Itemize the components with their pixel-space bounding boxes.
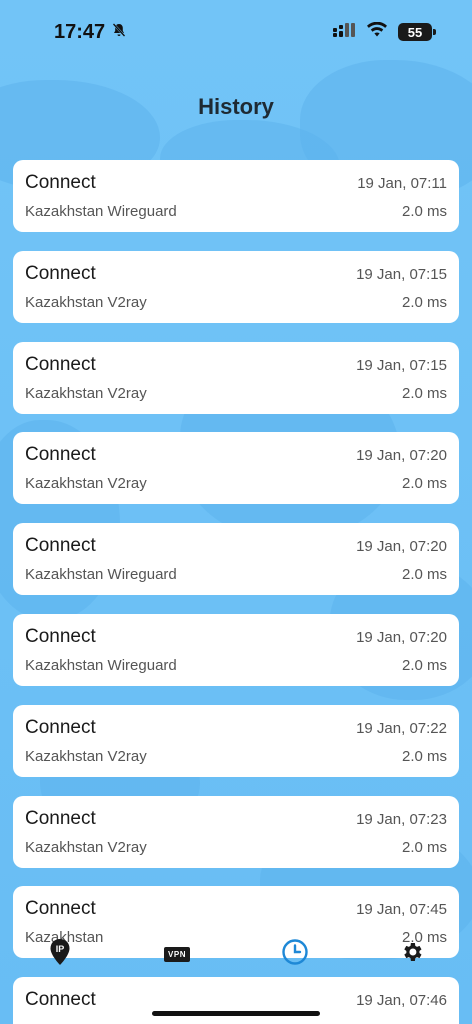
entry-timestamp: 19 Jan, 07:15 <box>356 356 447 374</box>
mute-bell-icon <box>111 21 127 44</box>
ip-label: IP <box>56 944 65 954</box>
wifi-icon <box>366 21 388 43</box>
entry-action: Connect <box>25 989 96 1011</box>
history-entry-card[interactable]: Connect 19 Jan, 07:20 Kazakhstan V2ray 2.0 … <box>13 432 459 505</box>
entry-ping: 2.0 ms <box>401 384 447 402</box>
entry-ping: 2.0 ms <box>401 475 447 493</box>
cellular-signal-icon <box>332 22 356 43</box>
page-title: History <box>198 94 274 119</box>
tab-history[interactable] <box>279 936 311 972</box>
status-bar: 17:47 55 <box>0 0 472 64</box>
history-entry-card[interactable]: Connect 19 Jan, 07:15 Kazakhstan V2ray 2.0 … <box>13 250 459 323</box>
entry-action: Connect <box>25 716 96 738</box>
entry-timestamp: 19 Jan, 07:11 <box>357 175 447 192</box>
history-list: Connect 19 Jan, 07:11 Kazakhstan Wireguard… <box>13 160 459 1024</box>
location-ip-icon: IP <box>49 938 71 971</box>
entry-action: Connect <box>25 807 96 829</box>
entry-ping: 2.0 ms <box>401 747 447 765</box>
history-entry-card[interactable]: Connect 19 Jan, 07:46 <box>13 977 459 1024</box>
entry-timestamp: 19 Jan, 07:15 <box>356 265 447 283</box>
entry-ping: 2.0 ms <box>401 838 447 856</box>
tab-vpn[interactable]: VPN <box>161 936 193 972</box>
vpn-icon: VPN <box>164 946 190 962</box>
entry-timestamp: 19 Jan, 07:20 <box>356 538 447 556</box>
entry-server: Kazakhstan V2ray <box>25 475 147 493</box>
tab-settings[interactable] <box>396 936 428 972</box>
entry-ping: 2.0 ms <box>401 656 447 674</box>
history-entry-card[interactable]: Connect 19 Jan, 07:15 Kazakhstan V2ray 2.0 … <box>13 341 459 414</box>
history-entry-card[interactable]: Connect 19 Jan, 07:23 Kazakhstan V2ray 2.0 … <box>13 795 459 868</box>
entry-ping: 2.0 ms <box>401 566 447 584</box>
entry-timestamp: 19 Jan, 07:20 <box>356 628 447 646</box>
entry-action: Connect <box>25 898 96 920</box>
entry-action: Connect <box>25 444 96 466</box>
entry-server: Kazakhstan V2ray <box>25 293 147 311</box>
entry-server: Kazakhstan Wireguard <box>25 656 177 674</box>
history-entry-card[interactable]: Connect 19 Jan, 07:22 Kazakhstan V2ray 2.0 … <box>13 704 459 777</box>
entry-action: Connect <box>25 535 96 557</box>
history-entry-card[interactable]: Connect 19 Jan, 07:20 Kazakhstan Wireguard… <box>13 523 459 596</box>
history-entry-card[interactable]: Connect 19 Jan, 07:11 Kazakhstan Wireguard… <box>13 160 459 232</box>
entry-ping: 2.0 ms <box>401 293 447 311</box>
entry-server: Kazakhstan V2ray <box>25 838 147 856</box>
entry-timestamp: 19 Jan, 07:45 <box>356 901 447 919</box>
status-time: 17:47 <box>54 20 106 43</box>
entry-server: Kazakhstan Wireguard <box>25 203 177 220</box>
entry-server: Kazakhstan V2ray <box>25 384 147 402</box>
entry-timestamp: 19 Jan, 07:22 <box>356 719 447 737</box>
entry-timestamp: 19 Jan, 07:20 <box>356 447 447 465</box>
entry-action: Connect <box>25 353 96 375</box>
settings-gear-icon <box>400 940 424 969</box>
entry-action: Connect <box>25 172 96 193</box>
entry-action: Connect <box>25 262 96 284</box>
entry-ping: 2.0 ms <box>401 203 447 220</box>
entry-server: Kazakhstan Wireguard <box>25 566 177 584</box>
tab-ip[interactable]: IP <box>44 936 76 972</box>
entry-timestamp: 19 Jan, 07:23 <box>356 810 447 828</box>
home-indicator <box>152 1011 320 1016</box>
bottom-tab-bar: IP VPN <box>0 936 472 976</box>
history-entry-card[interactable]: Connect 19 Jan, 07:20 Kazakhstan Wireguard… <box>13 613 459 686</box>
entry-server: Kazakhstan V2ray <box>25 747 147 765</box>
entry-timestamp: 19 Jan, 07:46 <box>356 992 447 1010</box>
history-clock-icon <box>281 938 309 971</box>
entry-action: Connect <box>25 625 96 647</box>
battery-icon: 55 <box>398 23 436 41</box>
